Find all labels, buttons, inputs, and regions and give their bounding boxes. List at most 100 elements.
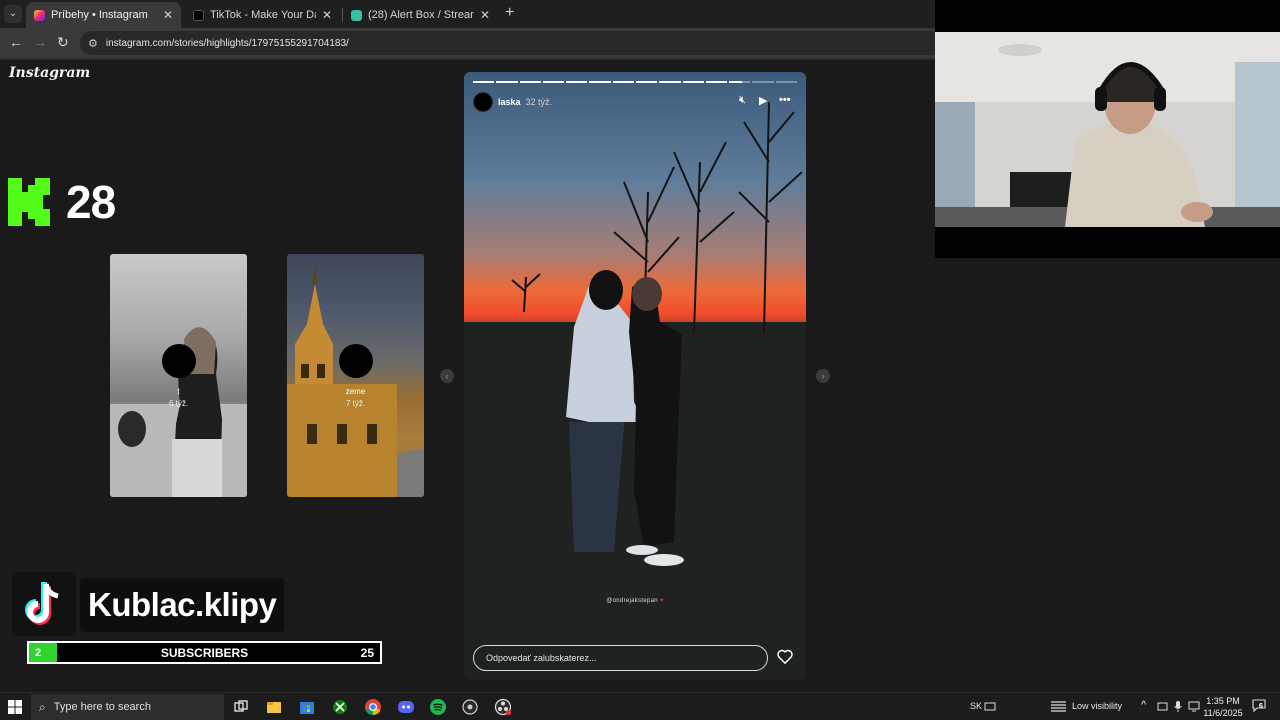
tiktok-favicon-icon bbox=[193, 9, 204, 21]
keyboard-icon[interactable] bbox=[984, 700, 996, 712]
chevron-up-icon[interactable]: ^ bbox=[1141, 699, 1146, 711]
preview-avatar bbox=[161, 344, 196, 378]
preview-time: 7 týž. bbox=[345, 399, 366, 408]
like-heart-icon[interactable] bbox=[777, 649, 793, 669]
windows-start-icon[interactable] bbox=[8, 700, 22, 714]
story-mention-tag: @ondrejakstepan ♥ bbox=[464, 598, 806, 604]
story-progress-segment-fill bbox=[682, 81, 704, 83]
story-progress-segment bbox=[752, 81, 774, 83]
story-progress-segment bbox=[775, 81, 797, 83]
microphone-icon[interactable] bbox=[1173, 700, 1183, 713]
story-progress-segment-fill bbox=[473, 81, 495, 83]
reload-icon[interactable]: ↻ bbox=[57, 34, 69, 51]
reply-input[interactable]: Odpovedať zalubskaterez... bbox=[473, 645, 768, 671]
next-story-arrow-icon[interactable]: › bbox=[816, 369, 830, 383]
keyboard-language[interactable]: SK bbox=[970, 701, 982, 711]
preview-name: t bbox=[177, 387, 180, 396]
webcam-scene bbox=[935, 32, 1280, 227]
task-view-icon[interactable] bbox=[232, 698, 250, 716]
story-progress-segment-fill bbox=[635, 81, 658, 83]
previous-story-arrow-icon[interactable]: ‹ bbox=[440, 369, 454, 383]
story-progress-segment bbox=[729, 81, 751, 83]
story-progress-segment bbox=[682, 81, 704, 83]
chrome-icon[interactable] bbox=[364, 698, 382, 716]
kick-follower-overlay: 28 bbox=[0, 170, 135, 234]
tiktok-logo-icon bbox=[12, 572, 76, 636]
story-preview-card[interactable]: t 6 týž. bbox=[110, 254, 247, 497]
preview-avatar bbox=[338, 344, 373, 378]
address-bar[interactable]: ⚙ instagram.com/stories/highlights/17975… bbox=[80, 31, 935, 55]
close-tab-icon[interactable]: ✕ bbox=[480, 8, 490, 22]
kick-logo-icon bbox=[8, 178, 50, 226]
preview-time: 6 týž. bbox=[168, 399, 189, 408]
notification-count: 6 bbox=[1259, 703, 1263, 710]
clock-date: 11/6/2025 bbox=[1203, 708, 1243, 718]
weather-text[interactable]: Low visibility bbox=[1072, 701, 1122, 711]
spotify-icon[interactable] bbox=[429, 698, 447, 716]
back-arrow-icon[interactable]: ← bbox=[9, 34, 23, 50]
url-text: instagram.com/stories/highlights/1797515… bbox=[105, 37, 349, 49]
story-progress-bar bbox=[473, 81, 797, 83]
story-header: laska 32 týž. 🔇︎ ▶ ••• bbox=[473, 92, 797, 112]
story-progress-segment-fill bbox=[705, 81, 728, 83]
story-preview-card[interactable]: zeme 7 týž. bbox=[287, 254, 424, 497]
meet-now-icon[interactable] bbox=[1157, 701, 1168, 712]
instagram-favicon-icon bbox=[34, 9, 45, 21]
discord-icon[interactable] bbox=[397, 698, 415, 716]
search-placeholder: Type here to search bbox=[53, 701, 151, 713]
notification-center-icon[interactable]: 6 bbox=[1252, 699, 1268, 713]
story-progress-segment-fill bbox=[659, 81, 681, 83]
taskbar-search-input[interactable]: ⌕ Type here to search bbox=[31, 694, 224, 720]
file-explorer-icon[interactable] bbox=[265, 698, 283, 716]
close-tab-icon[interactable]: ✕ bbox=[163, 8, 173, 22]
tab-instagram[interactable]: Príbehy • Instagram ✕ bbox=[26, 2, 181, 28]
tiktok-overlay: Kublac.klipy bbox=[12, 572, 292, 636]
story-progress-segment bbox=[705, 81, 728, 83]
tab-title: (28) Alert Box / Streamlabs bbox=[368, 9, 474, 21]
fog-weather-icon[interactable] bbox=[1050, 699, 1067, 713]
xbox-icon[interactable] bbox=[331, 698, 349, 716]
network-icon[interactable] bbox=[1188, 701, 1200, 712]
story-progress-segment bbox=[473, 81, 495, 83]
story-progress-segment-fill bbox=[729, 81, 742, 83]
story-progress-segment bbox=[612, 81, 634, 83]
kick-count: 28 bbox=[66, 176, 116, 228]
tiktok-handle: Kublac.klipy bbox=[80, 578, 285, 632]
story-progress-segment-fill bbox=[589, 81, 611, 83]
story-tag-text: @ondrejakstepan bbox=[606, 598, 658, 604]
story-viewer[interactable]: laska 32 týž. 🔇︎ ▶ ••• @ondrejakstepan ♥ bbox=[464, 72, 806, 680]
app-icon[interactable] bbox=[461, 698, 479, 716]
new-tab-plus-icon[interactable]: + bbox=[505, 4, 514, 22]
subscriber-goal: 25 bbox=[360, 645, 374, 660]
microsoft-store-icon[interactable] bbox=[298, 698, 316, 716]
story-progress-segment bbox=[566, 81, 588, 83]
mute-icon[interactable]: 🔇︎ bbox=[739, 94, 746, 107]
subscriber-goal-bar: 2 SUBSCRIBERS 25 bbox=[27, 641, 382, 664]
tab-search-button[interactable]: ⌄ bbox=[4, 5, 22, 23]
story-user-avatar[interactable] bbox=[473, 92, 493, 112]
story-progress-segment-fill bbox=[542, 81, 565, 83]
screen: ⌄ Príbehy • Instagram ✕ TikTok - Make Yo… bbox=[0, 0, 1280, 720]
close-tab-icon[interactable]: ✕ bbox=[322, 8, 332, 22]
story-username[interactable]: laska bbox=[498, 97, 521, 107]
story-progress-segment-fill bbox=[519, 81, 541, 83]
search-icon: ⌕ bbox=[39, 699, 46, 714]
preview-name: zeme bbox=[345, 387, 366, 396]
story-progress-segment bbox=[635, 81, 658, 83]
obs-studio-icon[interactable] bbox=[494, 698, 512, 716]
forward-arrow-icon[interactable]: → bbox=[33, 34, 47, 50]
story-progress-segment-fill bbox=[496, 81, 518, 83]
browser-tab-bar: ⌄ Príbehy • Instagram ✕ TikTok - Make Yo… bbox=[0, 0, 935, 28]
more-options-icon[interactable]: ••• bbox=[779, 94, 791, 106]
taskbar-clock[interactable]: 1:35 PM 11/6/2025 bbox=[1203, 695, 1243, 719]
story-photo-couple-sunset bbox=[464, 72, 806, 680]
instagram-logo[interactable]: Instagram bbox=[9, 65, 90, 81]
subscriber-label: SUBSCRIBERS bbox=[160, 645, 249, 660]
story-progress-segment bbox=[589, 81, 611, 83]
play-icon[interactable]: ▶ bbox=[759, 94, 767, 107]
site-info-icon[interactable]: ⚙ bbox=[88, 37, 98, 50]
tab-title: Príbehy • Instagram bbox=[51, 9, 148, 21]
tab-title: TikTok - Make Your Day bbox=[210, 9, 316, 21]
tab-tiktok[interactable]: TikTok - Make Your Day ✕ bbox=[185, 2, 340, 28]
tab-streamlabs[interactable]: (28) Alert Box / Streamlabs ✕ bbox=[343, 2, 498, 28]
